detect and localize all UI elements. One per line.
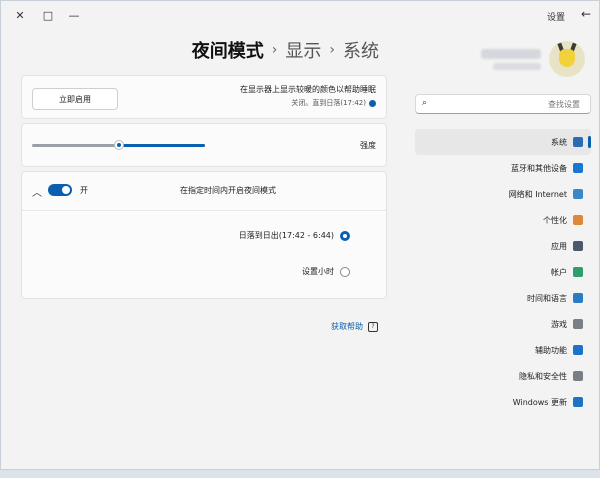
info-icon: [369, 99, 376, 107]
help-icon: ?: [368, 321, 378, 332]
sidebar-item[interactable]: 个性化: [415, 207, 591, 233]
sidebar-nav: 系统蓝牙和其他设备 网络和 Internet 个性化应用帐户时间和语言游戏辅助功能隐…: [415, 129, 591, 415]
system-icon: [573, 137, 583, 147]
turn-on-now-button[interactable]: 立即启用: [32, 88, 118, 110]
night-light-status: 关闭。直到日落(17:42): [291, 99, 366, 107]
back-glyph: ←: [580, 7, 591, 21]
sidebar-item-label: 网络和 Internet: [508, 189, 567, 199]
radio-selected[interactable]: [340, 230, 350, 241]
shield-icon: [573, 371, 583, 381]
chevron-up-icon[interactable]: ︿: [32, 184, 42, 199]
sidebar-item-label: 应用: [551, 241, 567, 251]
sidebar-item[interactable]: 辅助功能: [415, 337, 591, 363]
schedule-label: 在指定时间内开启夜间模式: [180, 186, 276, 195]
accessibility-icon: [573, 345, 583, 355]
minimize-icon[interactable]: —: [63, 6, 85, 24]
schedule-card: ︿ 开 在指定时间内开启夜间模式 日落到日出(17:42 - 6:44) 设置小…: [21, 171, 387, 299]
maximize-icon[interactable]: □: [37, 6, 59, 24]
search-icon: ⌕: [422, 98, 428, 108]
sidebar-item[interactable]: 帐户: [415, 259, 591, 285]
get-help-label: 获取帮助: [331, 322, 363, 331]
breadcrumb-separator: ›: [271, 42, 278, 58]
night-light-description: 在显示器上显示较暖的颜色以帮助睡眠: [240, 85, 376, 94]
maximize-glyph: □: [42, 8, 54, 22]
sidebar-item[interactable]: Windows 更新: [415, 389, 591, 415]
option-label: 日落到日出(17:42 - 6:44): [238, 231, 334, 240]
night-light-status-card: 立即启用 在显示器上显示较暖的颜色以帮助睡眠 关闭。直到日落(17:42): [21, 75, 387, 119]
sidebar-item-label: 隐私和安全性: [519, 371, 567, 381]
account-name: [481, 49, 541, 59]
sidebar-item-label: 帐户: [551, 267, 567, 277]
sidebar-item-label: 蓝牙和其他设备: [511, 163, 567, 173]
gaming-icon: [573, 319, 583, 329]
sidebar-item-label: 游戏: [551, 319, 567, 329]
sidebar-item-label: 时间和语言: [527, 293, 567, 303]
strength-label: 强度: [360, 141, 376, 150]
update-icon: [573, 397, 583, 407]
back-arrow-icon[interactable]: ←: [581, 7, 591, 21]
breadcrumb-current: 夜间模式: [191, 41, 264, 62]
sidebar-item[interactable]: 游戏: [415, 311, 591, 337]
breadcrumb-separator: ›: [329, 42, 335, 58]
radio-unselected[interactable]: [340, 266, 350, 277]
sidebar-item[interactable]: 蓝牙和其他设备: [415, 155, 591, 181]
option-label: 设置小时: [302, 267, 334, 276]
network-icon: [573, 189, 583, 199]
strength-card: 强度: [21, 123, 387, 167]
brush-icon: [573, 215, 583, 225]
sidebar-item[interactable]: 时间和语言: [415, 285, 591, 311]
sidebar-item-label: 辅助功能: [535, 345, 567, 355]
sidebar-item-label: Windows 更新: [512, 397, 567, 407]
schedule-toggle-label: 开: [80, 186, 88, 195]
avatar[interactable]: [549, 41, 585, 77]
time-language-icon: [573, 293, 583, 303]
night-light-status-line: 关闭。直到日落(17:42): [240, 98, 376, 108]
account-icon: [573, 267, 583, 277]
sidebar-item[interactable]: 隐私和安全性: [415, 363, 591, 389]
breadcrumb-display[interactable]: 显示: [285, 37, 321, 63]
sidebar-item[interactable]: 系统: [415, 129, 591, 155]
option-set-hours[interactable]: 设置小时: [302, 266, 350, 277]
night-light-info: 在显示器上显示较暖的颜色以帮助睡眠 关闭。直到日落(17:42): [240, 84, 376, 108]
title-bar: ✕ □ — 设置 ←: [1, 1, 599, 31]
search-input[interactable]: [438, 99, 582, 110]
window-title: 设置: [546, 13, 565, 23]
minimize-glyph: —: [68, 8, 80, 22]
strength-slider[interactable]: [32, 140, 205, 150]
account-email: [493, 63, 541, 70]
avatar-face: [559, 49, 575, 67]
strength-slider-fill: [118, 144, 205, 147]
search-box[interactable]: ⌕: [415, 94, 591, 114]
schedule-toggle[interactable]: [48, 184, 72, 196]
schedule-header[interactable]: ︿ 开 在指定时间内开启夜间模式: [22, 172, 386, 211]
bluetooth-icon: [573, 163, 583, 173]
apps-icon: [573, 241, 583, 251]
get-help-link[interactable]: 获取帮助 ?: [331, 321, 378, 332]
sidebar-item-label: 系统: [551, 137, 567, 147]
sidebar-item-label: 个性化: [543, 215, 567, 225]
close-glyph: ✕: [15, 8, 25, 22]
sidebar-item[interactable]: 网络和 Internet: [415, 181, 591, 207]
settings-window: ✕ □ — 设置 ← 夜间模式 › 显示 › 系统 立即启用 在显示器上显示较暖…: [0, 0, 600, 470]
breadcrumb-system[interactable]: 系统: [343, 37, 379, 63]
option-sunset-to-sunrise[interactable]: 日落到日出(17:42 - 6:44): [239, 230, 350, 241]
strength-slider-thumb[interactable]: [113, 140, 124, 150]
sidebar-item[interactable]: 应用: [415, 233, 591, 259]
breadcrumb: 夜间模式 › 显示 › 系统: [192, 37, 379, 63]
close-icon[interactable]: ✕: [9, 6, 31, 24]
